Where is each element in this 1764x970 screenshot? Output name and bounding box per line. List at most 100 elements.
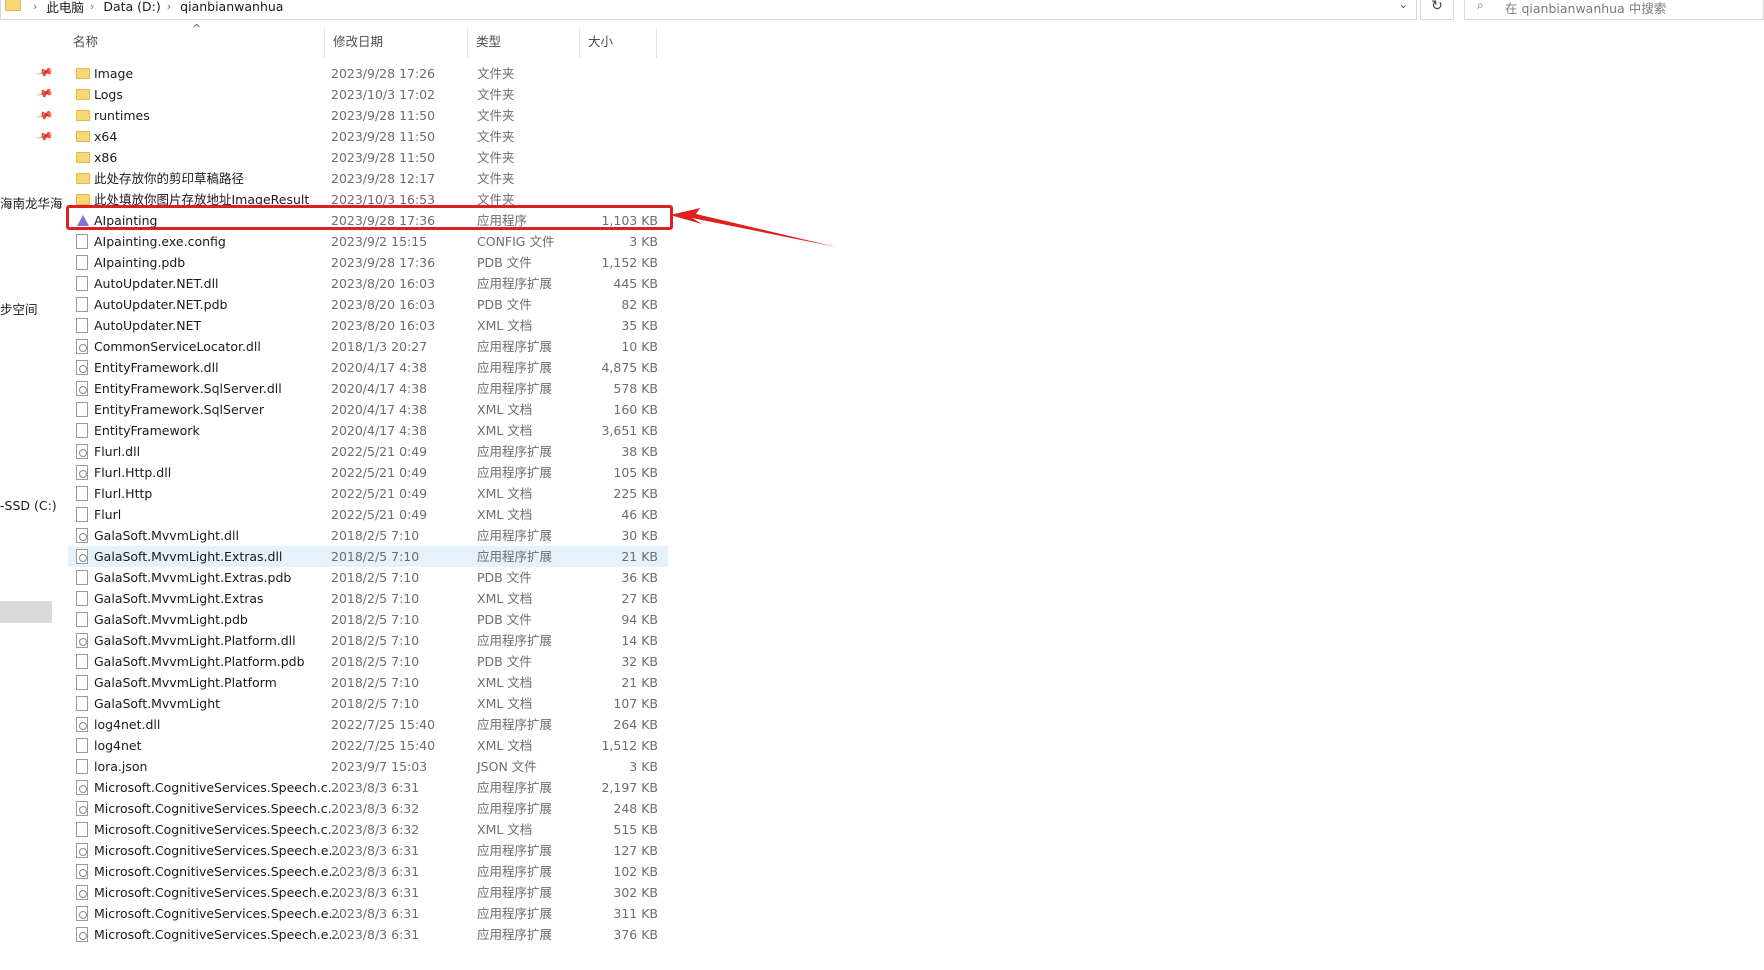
file-row[interactable]: Flurl.Http.dll 2022/5/21 0:49 应用程序扩展 105 KB [68,462,668,483]
column-date-modified[interactable]: 修改日期 [325,28,468,58]
file-row[interactable]: Microsoft.CognitiveServices.Speech.c... 2… [68,798,668,819]
dll-file-icon [76,360,88,375]
file-row[interactable]: AutoUpdater.NET.dll 2023/8/20 16:03 应用程序扩展… [68,273,668,294]
file-row[interactable]: Microsoft.CognitiveServices.Speech.e... 2… [68,861,668,882]
breadcrumb-item-this-pc[interactable]: 此电脑 [46,0,84,16]
dll-file-icon [76,381,88,396]
file-date-modified: 2023/8/3 6:31 [331,864,420,879]
file-row[interactable]: Flurl 2022/5/21 0:49 XML 文档 46 KB [68,504,668,525]
file-row[interactable]: x86 2023/9/28 11:50 文件夹 [68,147,668,168]
file-row[interactable]: Microsoft.CognitiveServices.Speech.c... 2… [68,819,668,840]
dll-file-icon [76,843,88,858]
annotation-arrow [670,208,836,247]
pin-icon[interactable]: 📌 [36,63,54,81]
file-size: 21 KB [621,549,658,564]
pin-icon[interactable]: 📌 [36,127,54,145]
nav-item-drive-c[interactable]: -SSD (C:) [0,498,57,513]
file-name: 此处存放你的剪印草稿路径 [94,171,245,186]
file-row[interactable]: Microsoft.CognitiveServices.Speech.c... 2… [68,777,668,798]
file-row[interactable]: Microsoft.CognitiveServices.Speech.e... 2… [68,924,668,945]
history-dropdown-icon[interactable]: ⌄ [1399,0,1408,11]
file-name: AIpainting.exe.config [94,234,226,249]
file-row[interactable]: GalaSoft.MvvmLight.Platform.pdb 2018/2/5 … [68,651,668,672]
file-row[interactable]: GalaSoft.MvvmLight.Platform 2018/2/5 7:10… [68,672,668,693]
file-icon [76,612,88,627]
file-row[interactable]: EntityFramework.SqlServer 2020/4/17 4:38 X… [68,399,668,420]
file-row[interactable]: GalaSoft.MvvmLight.Extras.pdb 2018/2/5 7:… [68,567,668,588]
file-row[interactable]: AIpainting.pdb 2023/9/28 17:36 PDB 文件 1,152… [68,252,668,273]
toolbar: › 此电脑 › Data (D:) › qianbianwanhua ⌄ ↻ ⌕… [0,0,1764,20]
file-row[interactable]: log4net.dll 2022/7/25 15:40 应用程序扩展 264 KB [68,714,668,735]
file-row[interactable]: Microsoft.CognitiveServices.Speech.e... 2… [68,882,668,903]
file-date-modified: 2023/8/20 16:03 [331,297,436,312]
file-row[interactable]: Flurl.Http 2022/5/21 0:49 XML 文档 225 KB [68,483,668,504]
file-row[interactable]: Image 2023/9/28 17:26 文件夹 [68,63,668,84]
file-row[interactable]: 此处存放你的剪印草稿路径 2023/9/28 12:17 文件夹 [68,168,668,189]
file-name: Microsoft.CognitiveServices.Speech.c... [94,801,340,816]
column-size[interactable]: 大小 [580,28,657,58]
file-row[interactable]: AutoUpdater.NET 2023/8/20 16:03 XML 文档 35 K… [68,315,668,336]
file-row[interactable]: GalaSoft.MvvmLight.pdb 2018/2/5 7:10 PDB 文… [68,609,668,630]
file-row[interactable]: GalaSoft.MvvmLight.dll 2018/2/5 7:10 应用程序扩… [68,525,668,546]
dll-file-icon [76,885,88,900]
file-type: 应用程序扩展 [477,885,553,900]
file-row[interactable]: GalaSoft.MvvmLight.Platform.dll 2018/2/5 … [68,630,668,651]
file-name: GalaSoft.MvvmLight.Extras [94,591,264,606]
pin-icon[interactable]: 📌 [36,84,54,102]
column-name[interactable]: 名称 [55,28,325,58]
file-row[interactable]: GalaSoft.MvvmLight.Extras 2018/2/5 7:10 XM… [68,588,668,609]
file-name: lora.json [94,759,148,774]
address-bar[interactable]: › 此电脑 › Data (D:) › qianbianwanhua ⌄ [0,0,1417,20]
nav-item-location[interactable]: 海南龙华海 [0,193,63,212]
nav-item-sync-space[interactable]: 步空间 [0,299,38,318]
file-row[interactable]: x64 2023/9/28 11:50 文件夹 [68,126,668,147]
file-name: EntityFramework.dll [94,360,219,375]
file-date-modified: 2020/4/17 4:38 [331,360,428,375]
dll-file-icon [76,780,88,795]
file-row[interactable]: log4net 2022/7/25 15:40 XML 文档 1,512 KB [68,735,668,756]
file-size: 127 KB [613,843,658,858]
file-row[interactable]: lora.json 2023/9/7 15:03 JSON 文件 3 KB [68,756,668,777]
file-date-modified: 2018/2/5 7:10 [331,591,420,606]
file-row[interactable]: CommonServiceLocator.dll 2018/1/3 20:27 应用… [68,336,668,357]
file-row[interactable]: GalaSoft.MvvmLight.Extras.dll 2018/2/5 7:… [68,546,668,567]
pin-icon[interactable]: 📌 [36,106,54,124]
file-type: XML 文档 [477,486,533,501]
folder-icon [76,194,90,205]
refresh-button[interactable]: ↻ [1420,0,1454,20]
file-icon [76,486,88,501]
file-icon [76,402,88,417]
file-date-modified: 2023/9/28 11:50 [331,150,436,165]
file-row[interactable]: Microsoft.CognitiveServices.Speech.e... 2… [68,840,668,861]
file-row[interactable]: AIpainting.exe.config 2023/9/2 15:15 CONFI… [68,231,668,252]
search-input[interactable]: ⌕ 在 qianbianwanhua 中搜索 [1464,0,1764,20]
file-size: 105 KB [613,465,658,480]
file-row[interactable]: EntityFramework 2020/4/17 4:38 XML 文档 3,651… [68,420,668,441]
file-name: AutoUpdater.NET [94,318,202,333]
file-icon [76,570,88,585]
file-row[interactable]: Microsoft.CognitiveServices.Speech.e... 2… [68,903,668,924]
file-row[interactable]: Flurl.dll 2022/5/21 0:49 应用程序扩展 38 KB [68,441,668,462]
file-date-modified: 2022/5/21 0:49 [331,486,428,501]
file-icon [76,654,88,669]
file-name: Microsoft.CognitiveServices.Speech.e... [94,927,341,942]
file-row[interactable]: EntityFramework.SqlServer.dll 2020/4/17 4… [68,378,668,399]
file-row[interactable]: Logs 2023/10/3 17:02 文件夹 [68,84,668,105]
nav-item-selected[interactable] [0,601,52,623]
breadcrumb-item-drive[interactable]: Data (D:) [103,0,160,14]
file-icon [76,318,88,333]
file-name: GalaSoft.MvvmLight.Platform.dll [94,633,296,648]
breadcrumb-item-folder[interactable]: qianbianwanhua [180,0,283,14]
column-type[interactable]: 类型 [468,28,580,58]
file-row[interactable]: EntityFramework.dll 2020/4/17 4:38 应用程序扩展 4… [68,357,668,378]
file-name: x64 [94,129,118,144]
dll-file-icon [76,465,88,480]
file-row[interactable]: GalaSoft.MvvmLight 2018/2/5 7:10 XML 文档 107… [68,693,668,714]
dll-file-icon [76,444,88,459]
file-icon [76,738,88,753]
file-type: 应用程序扩展 [477,633,553,648]
folder-icon [5,0,21,11]
file-row[interactable]: runtimes 2023/9/28 11:50 文件夹 [68,105,668,126]
file-row[interactable]: AutoUpdater.NET.pdb 2023/8/20 16:03 PDB 文件… [68,294,668,315]
file-size: 376 KB [613,927,658,942]
